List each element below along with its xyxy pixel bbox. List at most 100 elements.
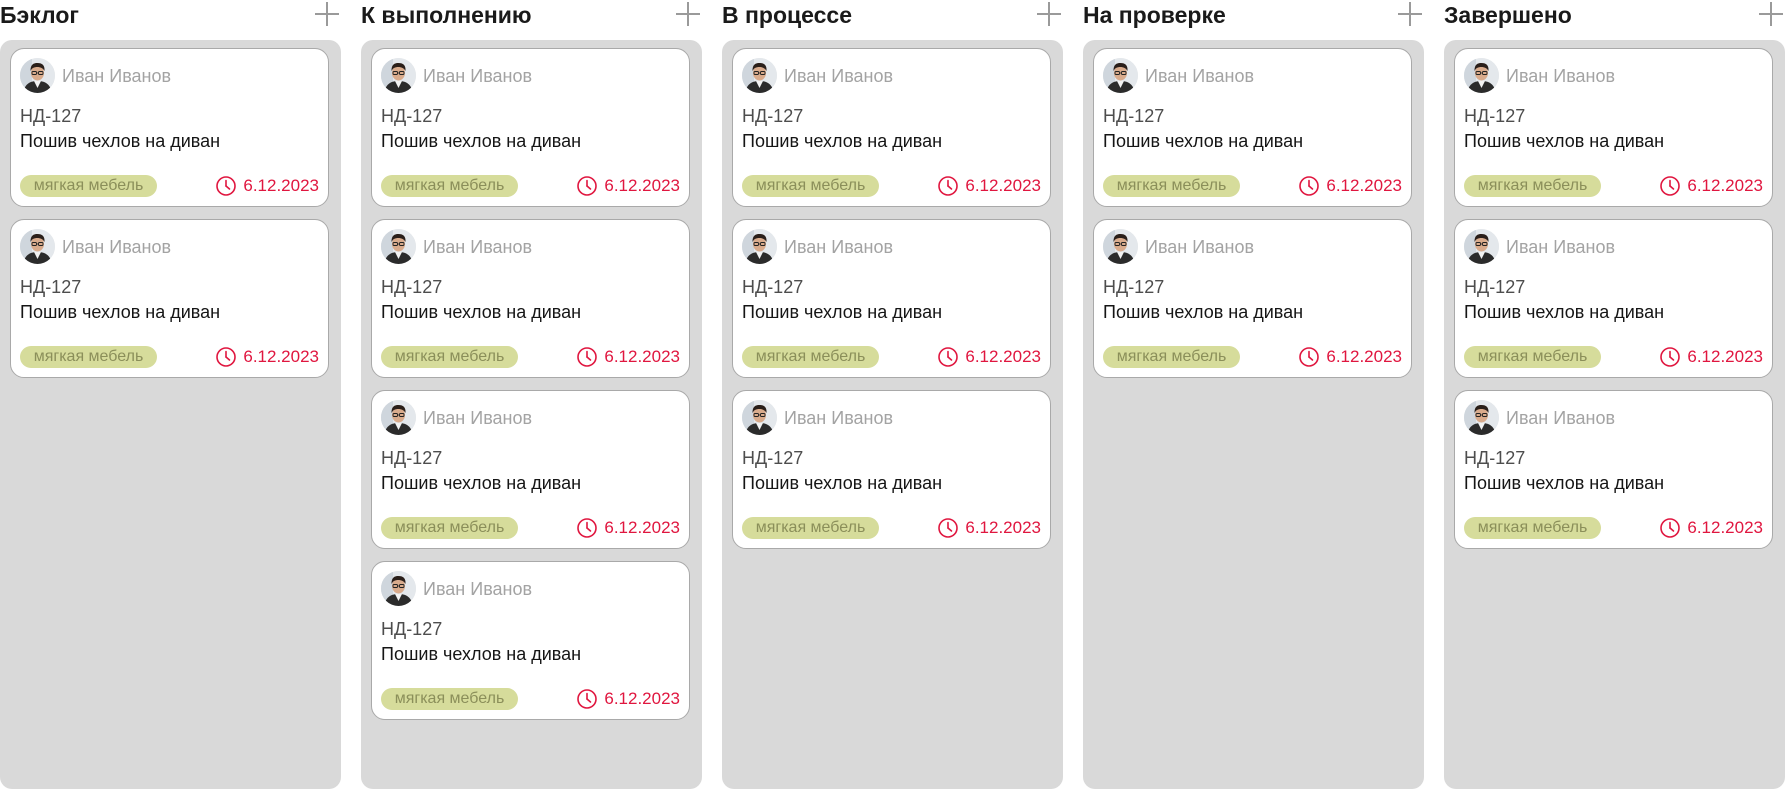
- avatar: [381, 571, 416, 606]
- due-date-text: 6.12.2023: [604, 176, 680, 195]
- task-card[interactable]: Иван Иванов НД-127 Пошив чехлов на диван…: [732, 390, 1051, 549]
- column-title: Завершено: [1444, 2, 1572, 28]
- add-card-button[interactable]: [1396, 0, 1424, 28]
- plus-icon: [1398, 2, 1422, 26]
- task-title: Пошив чехлов на диван: [20, 302, 221, 322]
- assignee-name: Иван Иванов: [423, 579, 533, 599]
- clock-icon: [938, 347, 959, 367]
- task-card[interactable]: Иван Иванов НД-127 Пошив чехлов на диван…: [1454, 48, 1773, 207]
- category-tag: мягкая мебель: [742, 346, 879, 368]
- assignee-name: Иван Иванов: [423, 237, 533, 257]
- due-date: 6.12.2023: [937, 516, 1041, 540]
- board-column: На проверке Иван Иванов НД-127 Пошив чех…: [1083, 0, 1424, 789]
- clock-icon: [1299, 176, 1320, 196]
- task-title: Пошив чехлов на диван: [381, 473, 582, 493]
- assignee-name: Иван Иванов: [423, 408, 533, 428]
- task-id: НД-127: [1464, 448, 1526, 468]
- assignee-name: Иван Иванов: [784, 408, 894, 428]
- due-date-text: 6.12.2023: [604, 689, 680, 708]
- kanban-board: Бэклог Иван Иванов НД-127 Пошив чехлов н…: [0, 0, 1785, 789]
- column-header: Бэклог: [0, 0, 341, 34]
- category-tag: мягкая мебель: [381, 175, 518, 197]
- task-id: НД-127: [742, 277, 804, 297]
- due-date-text: 6.12.2023: [604, 347, 680, 366]
- column-title: В процессе: [722, 2, 852, 28]
- avatar: [381, 400, 416, 435]
- add-card-button[interactable]: [674, 0, 702, 28]
- task-id: НД-127: [381, 277, 443, 297]
- task-card[interactable]: Иван Иванов НД-127 Пошив чехлов на диван…: [371, 390, 690, 549]
- task-id: НД-127: [381, 619, 443, 639]
- due-date: 6.12.2023: [576, 345, 680, 369]
- task-card[interactable]: Иван Иванов НД-127 Пошив чехлов на диван…: [371, 48, 690, 207]
- column-card-list: Иван Иванов НД-127 Пошив чехлов на диван…: [1083, 40, 1424, 789]
- plus-icon: [676, 2, 700, 26]
- task-card[interactable]: Иван Иванов НД-127 Пошив чехлов на диван…: [371, 219, 690, 378]
- task-title: Пошив чехлов на диван: [742, 473, 943, 493]
- category-tag: мягкая мебель: [742, 517, 879, 539]
- task-card[interactable]: Иван Иванов НД-127 Пошив чехлов на диван…: [732, 219, 1051, 378]
- column-title: Бэклог: [0, 2, 79, 28]
- due-date: 6.12.2023: [1659, 345, 1763, 369]
- task-id: НД-127: [1464, 277, 1526, 297]
- task-id: НД-127: [1103, 106, 1165, 126]
- task-card[interactable]: Иван Иванов НД-127 Пошив чехлов на диван…: [1093, 219, 1412, 378]
- due-date-text: 6.12.2023: [965, 518, 1041, 537]
- add-card-button[interactable]: [1757, 0, 1785, 28]
- plus-icon: [1759, 2, 1783, 26]
- task-title: Пошив чехлов на диван: [381, 131, 582, 151]
- clock-icon: [1299, 347, 1320, 367]
- due-date-text: 6.12.2023: [1687, 176, 1763, 195]
- due-date-text: 6.12.2023: [1687, 347, 1763, 366]
- due-date: 6.12.2023: [576, 687, 680, 711]
- clock-icon: [216, 347, 237, 367]
- avatar: [1103, 58, 1138, 93]
- task-card[interactable]: Иван Иванов НД-127 Пошив чехлов на диван…: [10, 219, 329, 378]
- due-date-text: 6.12.2023: [604, 518, 680, 537]
- task-card[interactable]: Иван Иванов НД-127 Пошив чехлов на диван…: [1454, 390, 1773, 549]
- task-title: Пошив чехлов на диван: [381, 644, 582, 664]
- avatar: [1103, 229, 1138, 264]
- plus-icon: [1037, 2, 1061, 26]
- category-tag: мягкая мебель: [1103, 346, 1240, 368]
- assignee-name: Иван Иванов: [784, 237, 894, 257]
- avatar: [20, 229, 55, 264]
- column-header: В процессе: [722, 0, 1063, 34]
- task-card[interactable]: Иван Иванов НД-127 Пошив чехлов на диван…: [1454, 219, 1773, 378]
- avatar: [742, 58, 777, 93]
- column-header: На проверке: [1083, 0, 1424, 34]
- task-card[interactable]: Иван Иванов НД-127 Пошив чехлов на диван…: [1093, 48, 1412, 207]
- due-date-text: 6.12.2023: [243, 347, 319, 366]
- clock-icon: [577, 347, 598, 367]
- avatar: [742, 400, 777, 435]
- clock-icon: [1660, 176, 1681, 196]
- add-card-button[interactable]: [313, 0, 341, 28]
- due-date: 6.12.2023: [576, 516, 680, 540]
- task-card[interactable]: Иван Иванов НД-127 Пошив чехлов на диван…: [732, 48, 1051, 207]
- task-card[interactable]: Иван Иванов НД-127 Пошив чехлов на диван…: [10, 48, 329, 207]
- category-tag: мягкая мебель: [1464, 175, 1601, 197]
- task-card[interactable]: Иван Иванов НД-127 Пошив чехлов на диван…: [371, 561, 690, 720]
- category-tag: мягкая мебель: [20, 175, 157, 197]
- task-title: Пошив чехлов на диван: [20, 131, 221, 151]
- column-title: На проверке: [1083, 2, 1226, 28]
- category-tag: мягкая мебель: [381, 517, 518, 539]
- column-card-list: Иван Иванов НД-127 Пошив чехлов на диван…: [1444, 40, 1785, 789]
- clock-icon: [1660, 518, 1681, 538]
- task-title: Пошив чехлов на диван: [1103, 302, 1304, 322]
- column-card-list: Иван Иванов НД-127 Пошив чехлов на диван…: [361, 40, 702, 789]
- due-date: 6.12.2023: [1659, 174, 1763, 198]
- task-title: Пошив чехлов на диван: [1464, 473, 1665, 493]
- due-date-text: 6.12.2023: [243, 176, 319, 195]
- task-id: НД-127: [381, 448, 443, 468]
- due-date: 6.12.2023: [215, 174, 319, 198]
- column-header: К выполнению: [361, 0, 702, 34]
- board-column: Завершено Иван Иванов НД-127 Пошив чехло…: [1444, 0, 1785, 789]
- add-card-button[interactable]: [1035, 0, 1063, 28]
- category-tag: мягкая мебель: [20, 346, 157, 368]
- clock-icon: [577, 176, 598, 196]
- board-column: В процессе Иван Иванов НД-127 Пошив чехл…: [722, 0, 1063, 789]
- due-date-text: 6.12.2023: [965, 347, 1041, 366]
- column-card-list: Иван Иванов НД-127 Пошив чехлов на диван…: [0, 40, 341, 789]
- due-date: 6.12.2023: [1298, 174, 1402, 198]
